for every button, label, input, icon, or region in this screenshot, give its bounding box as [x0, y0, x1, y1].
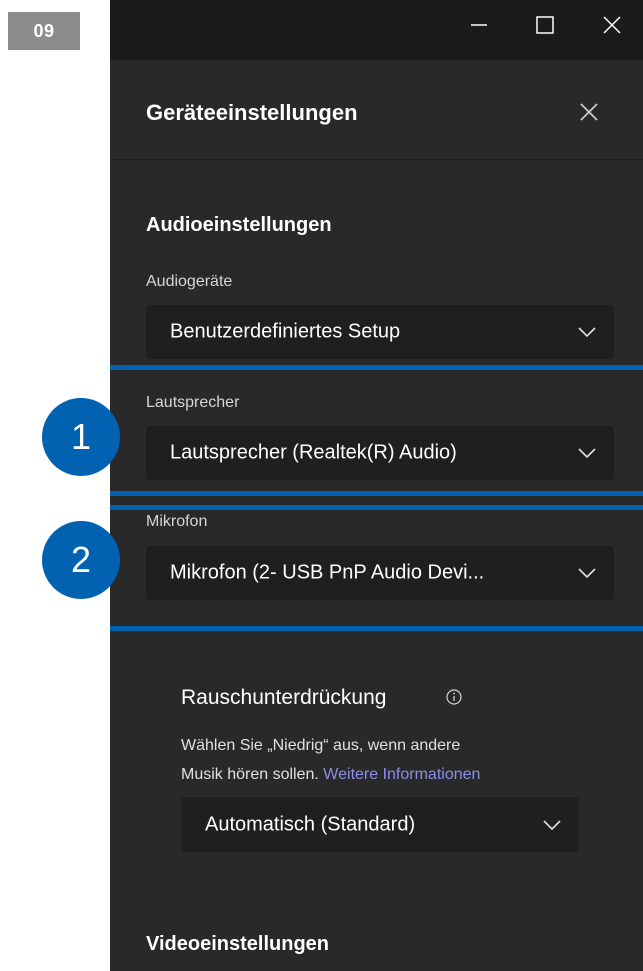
header-divider [110, 159, 643, 160]
audio-devices-dropdown[interactable]: Benutzerdefiniertes Setup [146, 305, 614, 359]
window-close-icon[interactable] [595, 8, 629, 42]
chevron-down-icon [578, 568, 596, 578]
video-section-title: Videoeinstellungen [146, 933, 329, 955]
microphone-label: Mikrofon [146, 513, 208, 530]
info-icon[interactable] [445, 688, 463, 706]
speaker-value: Lautsprecher (Realtek(R) Audio) [170, 441, 457, 464]
speaker-label: Lautsprecher [146, 394, 240, 411]
step-label: 09 [8, 12, 80, 50]
noise-suppression-description: Wählen Sie „Niedrig“ aus, wenn andere Mu… [181, 731, 601, 789]
panel-title: Geräteeinstellungen [146, 100, 358, 125]
minimize-icon[interactable] [462, 8, 496, 42]
speaker-dropdown[interactable]: Lautsprecher (Realtek(R) Audio) [146, 426, 614, 480]
description-line-1: Wählen Sie „Niedrig“ aus, wenn andere [181, 737, 461, 754]
description-line-2: Musik hören sollen. [181, 766, 319, 783]
microphone-value: Mikrofon (2- USB PnP Audio Devi... [170, 561, 485, 584]
noise-suppression-dropdown[interactable]: Automatisch (Standard) [181, 797, 579, 852]
audio-devices-label: Audiogeräte [146, 273, 233, 290]
callout-badge-1: 1 [42, 398, 120, 476]
maximize-icon[interactable] [528, 8, 562, 42]
chevron-down-icon [543, 819, 561, 830]
callout-badge-2: 2 [42, 521, 120, 599]
chevron-down-icon [578, 448, 596, 458]
chevron-down-icon [578, 327, 596, 337]
device-settings-panel: Geräteeinstellungen Audioeinstellungen A… [110, 0, 643, 971]
microphone-dropdown[interactable]: Mikrofon (2- USB PnP Audio Devi... [146, 546, 614, 600]
noise-suppression-title: Rauschunterdrückung [181, 686, 387, 709]
audio-devices-value: Benutzerdefiniertes Setup [170, 320, 401, 343]
audio-section-title: Audioeinstellungen [146, 214, 332, 236]
more-info-link[interactable]: Weitere Informationen [323, 766, 480, 783]
window-titlebar [110, 0, 643, 60]
noise-suppression-value: Automatisch (Standard) [205, 813, 416, 835]
close-icon[interactable] [573, 96, 605, 128]
